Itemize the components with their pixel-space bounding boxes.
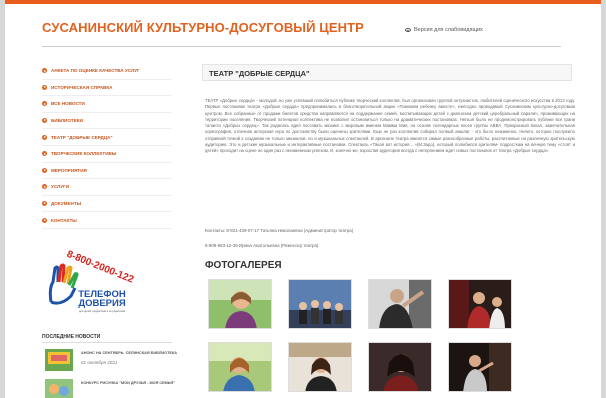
news-item-title[interactable]: АНОНС НА СЕНТЯБРЬ. СЕЛИНСКАЯ БИБЛИОТЕКА — [81, 351, 177, 355]
sidebar-item-theatre[interactable]: ТЕАТР "ДОБРЫЕ СЕРДЦА" — [42, 129, 172, 146]
sidebar-item-label[interactable]: ДОКУМЕНТЫ — [51, 201, 81, 206]
hotline-banner[interactable]: 8-800-2000-122 ТЕЛЕФОН ДОВЕРИЯ для детей… — [45, 248, 140, 326]
sidebar-item-contacts[interactable]: КОНТАКТЫ — [42, 212, 172, 229]
top-accent-bar — [5, 0, 601, 4]
gallery-photo[interactable] — [448, 342, 512, 392]
arrow-bullet-icon — [42, 184, 47, 190]
sidebar-item-libraries[interactable]: БИБЛИОТЕКИ — [42, 113, 172, 130]
sidebar-item-label[interactable]: АНКЕТА ПО ОЦЕНКЕ КАЧЕСТВА УСЛУГ — [51, 68, 140, 73]
gallery-photo[interactable] — [368, 279, 432, 329]
vision-link-label[interactable]: Версия для слабовидящих — [414, 27, 483, 33]
sidebar-item-news[interactable]: ВСЕ НОВОСТИ — [42, 96, 172, 113]
news-divider — [42, 342, 172, 343]
hotline-label: ТЕЛЕФОН ДОВЕРИЯ — [78, 289, 126, 309]
header-divider — [42, 46, 561, 47]
hotline-sublabel: для детей, подростков и их родителей — [78, 310, 126, 313]
arrow-bullet-icon — [42, 167, 47, 173]
sidebar-item-label[interactable]: БИБЛИОТЕКИ — [51, 118, 83, 123]
arrow-bullet-icon — [42, 118, 47, 124]
page-title: ТЕАТР "ДОБРЫЕ СЕРДЦА" — [209, 69, 310, 78]
arrow-bullet-icon — [42, 201, 47, 207]
gallery-photo[interactable] — [368, 342, 432, 392]
page: СУСАНИНСКИЙ КУЛЬТУРНО-ДОСУГОВЫЙ ЦЕНТР Ве… — [0, 0, 606, 398]
article-body: ТЕАТР «Добрые сердца» - молодой, но уже … — [205, 98, 575, 153]
site-title[interactable]: СУСАНИНСКИЙ КУЛЬТУРНО-ДОСУГОВЫЙ ЦЕНТР — [42, 20, 364, 35]
sidebar-item-documents[interactable]: ДОКУМЕНТЫ — [42, 196, 172, 213]
sidebar-item-survey[interactable]: АНКЕТА ПО ОЦЕНКЕ КАЧЕСТВА УСЛУГ — [42, 63, 172, 80]
sidebar-item-history[interactable]: ИСТОРИЧЕСКАЯ СПРАВКА — [42, 80, 172, 97]
sidebar-item-collectives[interactable]: ТВОРЧЕСКИЕ КОЛЛЕКТИВЫ — [42, 146, 172, 163]
sidebar-item-services[interactable]: УСЛУГИ — [42, 179, 172, 196]
eye-icon — [405, 28, 411, 32]
arrow-bullet-icon — [42, 68, 47, 74]
sidebar-item-events[interactable]: МЕРОПРИЯТИЯ — [42, 163, 172, 180]
arrow-bullet-icon — [42, 84, 47, 90]
sidebar-item-label[interactable]: УСЛУГИ — [51, 184, 69, 189]
news-thumbnail[interactable] — [45, 379, 73, 398]
arrow-bullet-icon — [42, 151, 47, 157]
sidebar-item-label[interactable]: ТВОРЧЕСКИЕ КОЛЛЕКТИВЫ — [51, 151, 116, 156]
sidebar-item-label[interactable]: ИСТОРИЧЕСКАЯ СПРАВКА — [51, 85, 112, 90]
sidebar-item-label[interactable]: КОНТАКТЫ — [51, 218, 77, 223]
gallery-photo[interactable] — [208, 279, 272, 329]
gallery-photo[interactable] — [208, 342, 272, 392]
news-item-date: 01 октября 2021 — [81, 360, 118, 365]
news-item[interactable]: КОНКУРС РИСУНКА "МОИ ДРУЗЬЯ - МОЯ СЕМЬЯ" — [45, 379, 175, 398]
news-thumbnail[interactable] — [45, 349, 73, 371]
sidebar-item-label[interactable]: ТЕАТР "ДОБРЫЕ СЕРДЦА" — [51, 135, 113, 140]
contact-line: Контакты: 8-921-439-07-17 Татьяна Никола… — [205, 228, 354, 233]
vision-link[interactable]: Версия для слабовидящих — [405, 27, 483, 33]
news-heading: ПОСЛЕДНИЕ НОВОСТИ — [42, 334, 101, 340]
gallery-photo[interactable] — [288, 279, 352, 329]
sidebar-item-label[interactable]: ВСЕ НОВОСТИ — [51, 101, 85, 106]
gallery-photo[interactable] — [448, 279, 512, 329]
arrow-bullet-icon — [42, 217, 47, 223]
news-item[interactable]: АНОНС НА СЕНТЯБРЬ. СЕЛИНСКАЯ БИБЛИОТЕКА … — [45, 349, 177, 377]
contact-line: 8-909-583-12-39 Ирина Анатольевна (Режис… — [205, 243, 319, 248]
gallery-photo[interactable] — [288, 342, 352, 392]
news-item-title[interactable]: КОНКУРС РИСУНКА "МОИ ДРУЗЬЯ - МОЯ СЕМЬЯ" — [81, 381, 175, 385]
arrow-bullet-icon — [42, 101, 47, 107]
gallery-title: ФОТОГАЛЕРЕЯ — [205, 260, 282, 271]
sidebar-item-label[interactable]: МЕРОПРИЯТИЯ — [51, 168, 87, 173]
arrow-bullet-icon — [42, 134, 47, 140]
sidebar-nav: АНКЕТА ПО ОЦЕНКЕ КАЧЕСТВА УСЛУГ ИСТОРИЧЕ… — [42, 63, 172, 229]
